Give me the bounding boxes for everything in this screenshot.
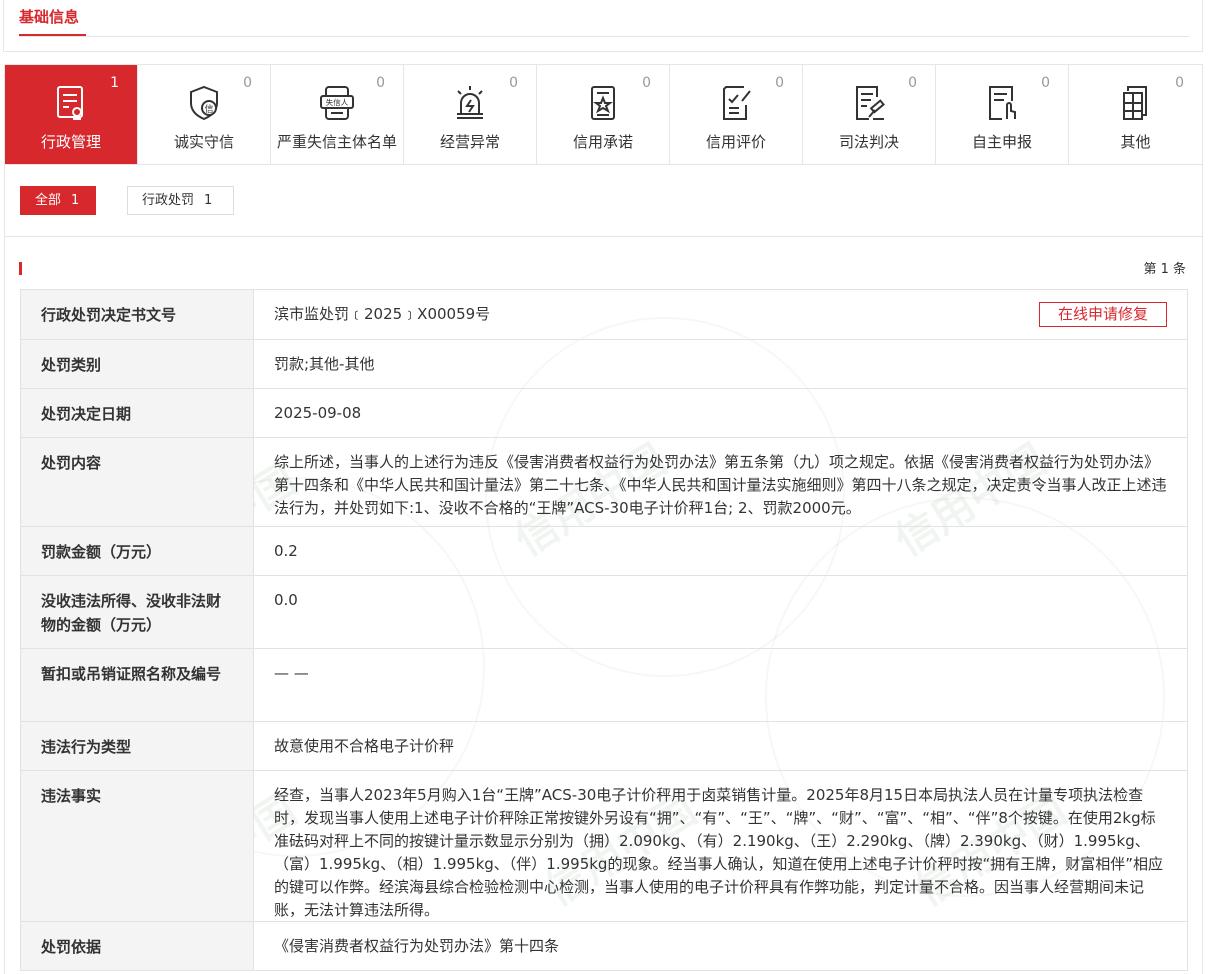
- row-value: 0.0: [254, 576, 1188, 648]
- row-value: 0.2: [254, 527, 1188, 575]
- tab-count: 0: [908, 75, 917, 91]
- table-row: 处罚决定日期 2025-09-08: [21, 389, 1188, 438]
- row-label: 暂扣或吊销证照名称及编号: [21, 649, 254, 721]
- tab-credit-evaluation[interactable]: 0 信用评价: [670, 65, 803, 164]
- tab-active-underline: [19, 34, 86, 36]
- tab-label: 经营异常: [439, 133, 500, 151]
- alarm-icon: [450, 83, 490, 123]
- basic-info-header: 基础信息: [3, 0, 1203, 52]
- tab-count: 0: [243, 75, 252, 91]
- row-value: 罚款;其他-其他: [254, 340, 1188, 388]
- table-row: 没收违法所得、没收非法财物的金额（万元） 0.0: [21, 576, 1188, 649]
- row-value: 综上所述，当事人的上述行为违反《侵害消费者权益行为处罚办法》第五条第（九）项之规…: [254, 438, 1188, 526]
- row-label: 行政处罚决定书文号: [21, 290, 254, 339]
- self-report-icon: [982, 83, 1022, 123]
- filter-all-button[interactable]: 全部 1: [20, 186, 96, 215]
- evaluation-icon: [716, 83, 756, 123]
- decision-number: 滨市监处罚﹝2025﹞X00059号: [274, 305, 491, 323]
- row-label: 处罚依据: [21, 922, 254, 970]
- row-value: 故意使用不合格电子计价秤: [254, 722, 1188, 770]
- tab-admin-management[interactable]: 1 行政管理: [5, 65, 138, 164]
- record-detail: 第 1 条 信用中国 信用中国 信用中国 信用中国 信用中国 信用中国 行政处罚…: [4, 237, 1203, 974]
- tab-label: 诚实守信: [173, 133, 234, 151]
- filter-label: 行政处罚: [142, 193, 195, 208]
- tab-honesty[interactable]: 信 0 诚实守信: [138, 65, 271, 164]
- tab-label: 信用评价: [705, 133, 766, 151]
- row-value: 《侵害消费者权益行为处罚办法》第十四条: [254, 922, 1188, 970]
- penalty-detail-table: 行政处罚决定书文号 滨市监处罚﹝2025﹞X00059号 在线申请修复 处罚类别…: [20, 289, 1188, 971]
- row-value: 经查，当事人2023年5月购入1台“王牌”ACS-30电子计价秤用于卤菜销售计量…: [254, 771, 1188, 921]
- tab-count: 0: [1041, 75, 1050, 91]
- row-label: 没收违法所得、没收非法财物的金额（万元）: [21, 576, 254, 648]
- row-label: 违法事实: [21, 771, 254, 921]
- judgment-icon: [849, 83, 889, 123]
- online-repair-button[interactable]: 在线申请修复: [1039, 302, 1167, 327]
- row-label: 处罚类别: [21, 340, 254, 388]
- tab-count: 1: [110, 75, 119, 91]
- tab-label: 司法判决: [838, 133, 899, 151]
- table-row: 暂扣或吊销证照名称及编号 — —: [21, 649, 1188, 722]
- other-icon: [1116, 83, 1156, 123]
- category-tabs: 1 行政管理 信 0 诚实守信 失信人 0 严重失信主体名单 0 经营异常 0 …: [4, 64, 1203, 165]
- row-label: 处罚决定日期: [21, 389, 254, 437]
- tab-label: 自主申报: [971, 133, 1032, 151]
- row-label: 处罚内容: [21, 438, 254, 526]
- table-row: 违法事实 经查，当事人2023年5月购入1台“王牌”ACS-30电子计价秤用于卤…: [21, 771, 1188, 922]
- row-value: 2025-09-08: [254, 389, 1188, 437]
- tab-judicial-judgment[interactable]: 0 司法判决: [803, 65, 936, 164]
- tab-abnormal-operation[interactable]: 0 经营异常: [404, 65, 537, 164]
- shield-credit-icon: 信: [184, 83, 224, 123]
- tab-basic-info[interactable]: 基础信息: [19, 6, 79, 27]
- svg-text:信: 信: [204, 103, 213, 115]
- tab-label: 信用承诺: [572, 133, 633, 151]
- table-row: 罚款金额（万元） 0.2: [21, 527, 1188, 576]
- tab-label: 其他: [1120, 133, 1151, 151]
- tab-blacklist[interactable]: 失信人 0 严重失信主体名单: [271, 65, 404, 164]
- tab-count: 0: [509, 75, 518, 91]
- tab-credit-promise[interactable]: 0 信用承诺: [537, 65, 670, 164]
- table-row: 处罚依据 《侵害消费者权益行为处罚办法》第十四条: [21, 922, 1188, 971]
- tab-count: 0: [376, 75, 385, 91]
- filter-count: 1: [204, 193, 213, 208]
- tab-other[interactable]: 0 其他: [1069, 65, 1202, 164]
- tab-count: 0: [642, 75, 651, 91]
- tab-count: 0: [775, 75, 784, 91]
- header-divider: [19, 36, 1189, 37]
- filter-admin-penalty-button[interactable]: 行政处罚 1: [127, 186, 234, 215]
- table-row: 处罚内容 综上所述，当事人的上述行为违反《侵害消费者权益行为处罚办法》第五条第（…: [21, 438, 1188, 527]
- sub-filter-bar: 全部 1 行政处罚 1: [4, 165, 1203, 237]
- filter-label: 全部: [35, 193, 62, 208]
- blacklist-icon: 失信人: [317, 83, 357, 123]
- row-label: 违法行为类型: [21, 722, 254, 770]
- row-value: — —: [254, 649, 1188, 721]
- table-row: 处罚类别 罚款;其他-其他: [21, 340, 1188, 389]
- tab-label: 行政管理: [40, 133, 101, 151]
- svg-text:失信人: 失信人: [326, 97, 349, 107]
- record-index: 第 1 条: [1143, 262, 1186, 277]
- row-value: 滨市监处罚﹝2025﹞X00059号 在线申请修复: [254, 290, 1188, 339]
- filter-count: 1: [71, 193, 80, 208]
- admin-doc-icon: [51, 83, 91, 123]
- table-row: 违法行为类型 故意使用不合格电子计价秤: [21, 722, 1188, 771]
- promise-doc-icon: [583, 83, 623, 123]
- tab-self-report[interactable]: 0 自主申报: [936, 65, 1069, 164]
- tab-label: 严重失信主体名单: [276, 133, 397, 151]
- row-label: 罚款金额（万元）: [21, 527, 254, 575]
- table-row: 行政处罚决定书文号 滨市监处罚﹝2025﹞X00059号 在线申请修复: [21, 290, 1188, 340]
- tab-count: 0: [1175, 75, 1184, 91]
- section-marker: [19, 262, 22, 275]
